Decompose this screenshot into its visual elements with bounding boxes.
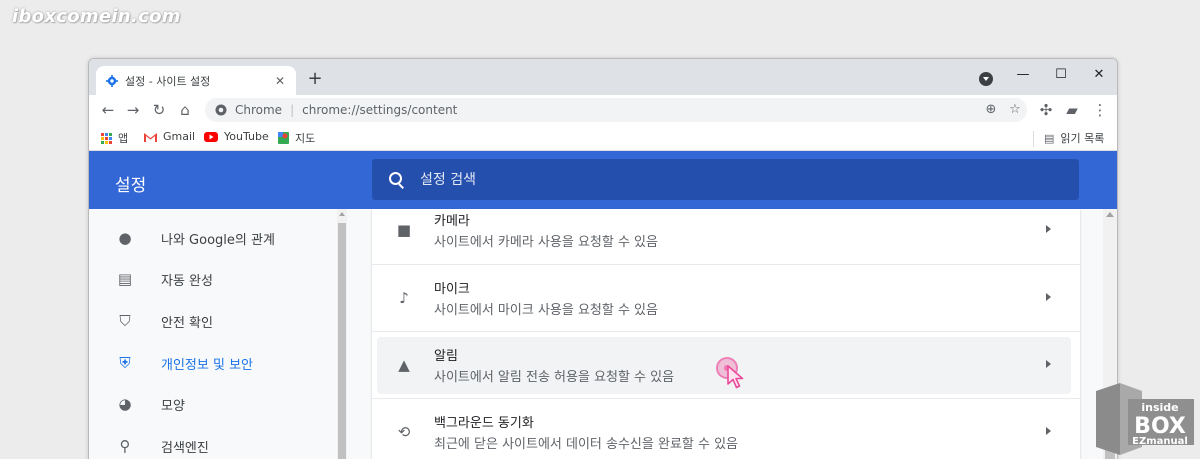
zoom-icon[interactable]: ⊕: [981, 100, 1001, 120]
permission-title: 마이크: [434, 282, 470, 297]
site-chip: Chrome: [235, 103, 283, 117]
shield-check-icon: ⛉: [119, 312, 131, 330]
chevron-right-icon: [1046, 427, 1051, 435]
bookmark-gmail[interactable]: Gmail: [144, 130, 195, 143]
apps-grid-icon: [101, 132, 112, 144]
bookmark-maps[interactable]: 지도: [278, 130, 315, 146]
menu-icon[interactable]: ⋮: [1089, 99, 1111, 121]
tab-settings[interactable]: 설정 - 사이트 설정 ✕: [96, 66, 296, 95]
back-arrow-icon[interactable]: ←: [97, 99, 119, 121]
brand-line3: EZmanual: [1132, 436, 1188, 447]
person-icon: ●: [118, 229, 132, 247]
permission-subtitle: 사이트에서 마이크 사용을 요청할 수 있음: [434, 303, 658, 318]
reading-list-icon: ▤: [1044, 131, 1055, 145]
sidebar-item-you-and-google[interactable]: ● 나와 Google의 관계: [89, 218, 337, 258]
settings-search[interactable]: [372, 159, 1079, 200]
bookmark-apps[interactable]: 앱: [101, 130, 128, 146]
address-separator: |: [290, 103, 295, 117]
permission-title: 알림: [434, 349, 458, 364]
sidebar-item-appearance[interactable]: ◕ 모양: [89, 384, 337, 424]
tab-search-icon[interactable]: [979, 72, 993, 86]
minimize-button[interactable]: —: [1009, 64, 1037, 86]
chevron-right-icon: [1046, 225, 1051, 233]
bookmark-youtube[interactable]: YouTube: [204, 130, 269, 143]
maximize-button[interactable]: ☐: [1047, 64, 1075, 86]
permission-subtitle: 사이트에서 알림 전송 허용을 요청할 수 있음: [434, 370, 675, 385]
sidebar-item-search-engine[interactable]: ⚲ 검색엔진: [89, 426, 337, 459]
tab-title: 설정 - 사이트 설정: [125, 74, 211, 88]
sidebar-item-label: 안전 확인: [161, 315, 213, 331]
maps-icon: [278, 132, 289, 144]
scroll-up-arrow-icon[interactable]: [339, 212, 345, 216]
chevron-right-icon: [1046, 360, 1051, 368]
extensions-icon[interactable]: ✣: [1035, 99, 1057, 121]
site-permissions-card: ■ 카메라 사이트에서 카메라 사용을 요청할 수 있음 ♪ 마이크 사이트에서…: [372, 209, 1080, 459]
permission-subtitle: 최근에 닫은 사이트에서 데이터 송수신을 완료할 수 있음: [434, 437, 739, 452]
bookmarks-divider: [1033, 131, 1034, 147]
sync-icon: ⟲: [397, 423, 411, 441]
gear-icon: [106, 74, 118, 87]
search-icon: [388, 171, 406, 189]
chrome-icon: [215, 104, 227, 116]
gmail-icon: [144, 132, 157, 142]
shield-privacy-icon: ⛨: [119, 354, 131, 372]
sidebar-scroll-thumb[interactable]: [338, 223, 346, 459]
page-title: 설정: [115, 176, 147, 196]
sidebar-item-autofill[interactable]: ▤ 자동 완성: [89, 259, 337, 299]
bookmark-label: Gmail: [163, 130, 196, 143]
sidebar-item-label: 개인정보 및 보안: [161, 357, 253, 373]
profile-icon[interactable]: ▰: [1061, 99, 1083, 121]
bookmark-label: 지도: [295, 132, 316, 145]
reload-icon[interactable]: ↻: [148, 99, 170, 121]
camera-icon: ■: [396, 221, 412, 239]
bookmarks-bar: 앱 Gmail YouTube 지도 ▤ 읽기 목록: [89, 125, 1117, 151]
microphone-icon: ♪: [399, 289, 409, 307]
reading-list-button[interactable]: ▤ 읽기 목록: [1044, 130, 1104, 146]
address-bar[interactable]: Chrome | chrome://settings/content ⊕ ☆: [205, 98, 1027, 122]
palette-icon: ◕: [118, 395, 132, 413]
reading-list-label: 읽기 목록: [1060, 132, 1105, 145]
permission-title: 카메라: [434, 214, 470, 229]
permission-subtitle: 사이트에서 카메라 사용을 요청할 수 있음: [434, 235, 658, 250]
tab-close-icon[interactable]: ✕: [272, 74, 288, 88]
permission-row-camera[interactable]: ■ 카메라 사이트에서 카메라 사용을 요청할 수 있음: [372, 197, 1080, 264]
permission-row-background-sync[interactable]: ⟲ 백그라운드 동기화 최근에 닫은 사이트에서 데이터 송수신을 완료할 수 …: [372, 398, 1080, 459]
site-watermark: iboxcomein.com: [12, 6, 181, 27]
sidebar-item-privacy-security[interactable]: ⛨ 개인정보 및 보안: [89, 343, 337, 383]
bookmark-star-icon[interactable]: ☆: [1005, 100, 1025, 120]
sidebar-item-label: 자동 완성: [161, 273, 213, 289]
browser-window: 설정 - 사이트 설정 ✕ + — ☐ ✕ ← → ↻ ⌂ Chrome | c…: [88, 58, 1118, 459]
sidebar-item-safety-check[interactable]: ⛉ 안전 확인: [89, 301, 337, 341]
search-icon: ⚲: [119, 437, 131, 455]
bookmark-label: 앱: [118, 132, 129, 145]
sidebar-item-label: 검색엔진: [161, 440, 209, 456]
permission-title: 백그라운드 동기화: [434, 416, 534, 431]
sidebar-item-label: 나와 Google의 관계: [161, 232, 275, 248]
settings-search-input[interactable]: [420, 171, 1020, 188]
permission-row-microphone[interactable]: ♪ 마이크 사이트에서 마이크 사용을 요청할 수 있음: [372, 264, 1080, 331]
brand-line1: inside: [1141, 401, 1178, 414]
sidebar-item-label: 모양: [161, 398, 185, 414]
url-text: chrome://settings/content: [302, 103, 458, 117]
cursor-pointer-icon: [727, 365, 744, 389]
settings-content: ● 나와 Google의 관계 ▤ 자동 완성 ⛉ 안전 확인 ⛨ 개인정보 및…: [89, 209, 1117, 459]
close-window-button[interactable]: ✕: [1085, 64, 1113, 86]
insidebox-logo: inside BOX EZmanual: [1096, 383, 1194, 455]
chevron-right-icon: [1046, 293, 1051, 301]
tab-strip: 설정 - 사이트 설정 ✕ + — ☐ ✕: [89, 59, 1117, 95]
toolbar: ← → ↻ ⌂ Chrome | chrome://settings/conte…: [89, 95, 1117, 125]
new-tab-button[interactable]: +: [303, 68, 327, 92]
sidebar: ● 나와 Google의 관계 ▤ 자동 완성 ⛉ 안전 확인 ⛨ 개인정보 및…: [89, 209, 337, 459]
forward-arrow-icon[interactable]: →: [122, 99, 144, 121]
clipboard-icon: ▤: [117, 270, 133, 288]
bookmark-label: YouTube: [224, 130, 269, 143]
sidebar-scrollbar[interactable]: [337, 209, 347, 459]
youtube-icon: [204, 131, 218, 142]
home-icon[interactable]: ⌂: [174, 99, 196, 121]
bell-icon: ▲: [398, 356, 410, 374]
scroll-up-arrow-icon[interactable]: [1106, 212, 1114, 217]
